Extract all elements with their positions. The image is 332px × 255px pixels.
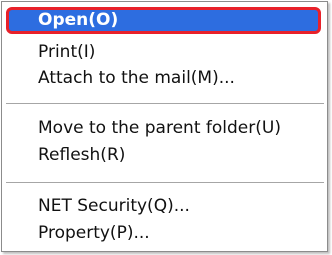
menu-item-net-security[interactable]: NET Security(Q)... [38,193,190,219]
menu-separator [6,182,324,183]
menu-item-attach-to-mail[interactable]: Attach to the mail(M)... [38,65,235,91]
menu-item-open-label: Open(O) [38,10,119,30]
menu-item-move-to-parent-folder[interactable]: Move to the parent folder(U) [38,115,281,141]
context-menu: Open(O) Print(I) Attach to the mail(M)..… [1,1,328,252]
menu-separator [6,103,324,104]
menu-item-print[interactable]: Print(I) [38,39,95,65]
menu-item-property[interactable]: Property(P)... [38,220,150,246]
menu-item-reflesh[interactable]: Reflesh(R) [38,142,125,168]
menu-item-open[interactable]: Open(O) [6,7,321,34]
